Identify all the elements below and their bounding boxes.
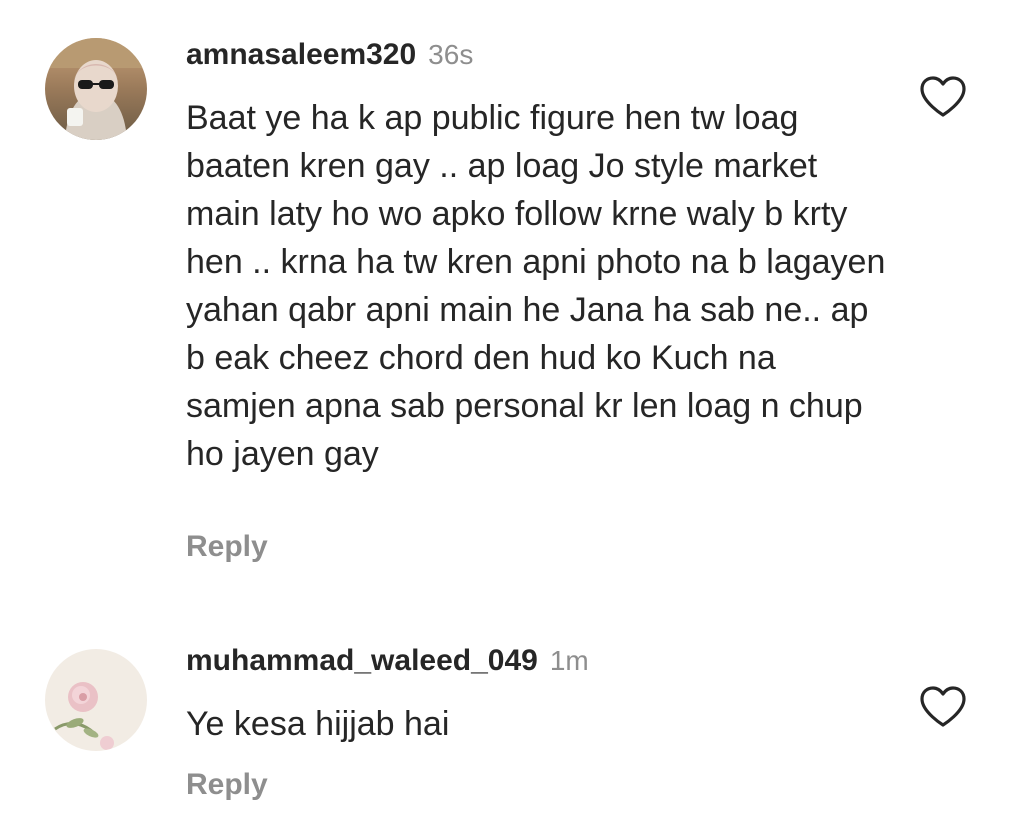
heart-outline-icon [920,686,966,727]
timestamp: 1m [549,645,589,676]
user-avatar[interactable] [45,649,147,751]
user-avatar[interactable] [45,38,147,140]
avatar-photo-icon [45,649,147,751]
like-button[interactable] [918,74,968,120]
comment-header: amnasaleem320 36s [186,38,473,72]
username[interactable]: amnasaleem320 [186,38,416,71]
avatar-photo-icon [45,38,147,140]
reply-button[interactable]: Reply [186,530,268,564]
reply-button[interactable]: Reply [186,768,268,802]
comment-text: Ye kesa hijjab hai [186,705,450,743]
like-button[interactable] [918,684,968,730]
comment-text: Baat ye ha k ap public figure hen tw loa… [186,99,886,473]
timestamp: 36s [428,39,474,70]
comment-item: muhammad_waleed_049 1m Ye kesa hijjab hai… [0,600,1024,832]
comment-item: amnasaleem320 36s Baat ye ha k ap public … [0,0,1024,600]
heart-outline-icon [920,76,966,117]
username[interactable]: muhammad_waleed_049 [186,644,538,677]
comment-header: muhammad_waleed_049 1m [186,644,589,678]
